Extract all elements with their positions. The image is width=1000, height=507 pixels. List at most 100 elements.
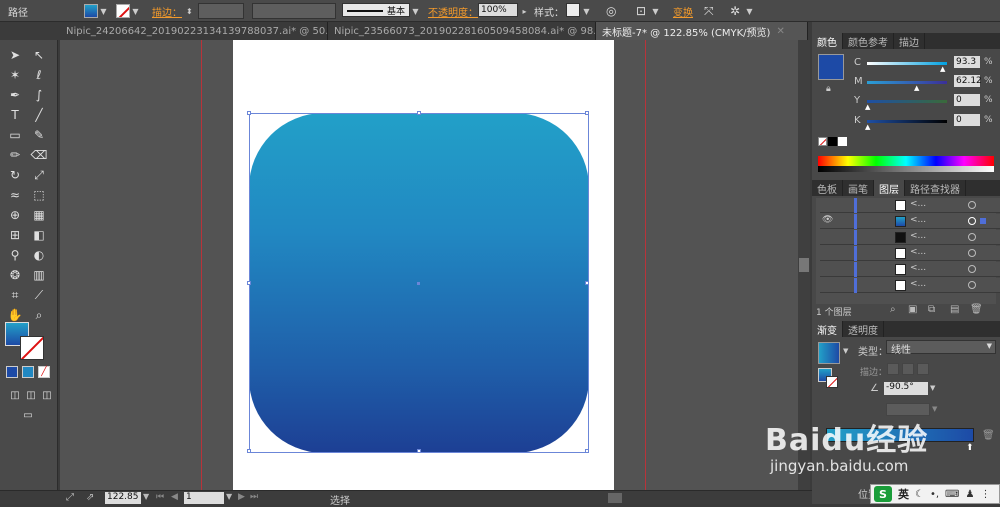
tab-color[interactable]: 颜色 bbox=[812, 33, 843, 49]
stroke-indicator[interactable] bbox=[826, 376, 838, 388]
stroke-weight-field[interactable] bbox=[198, 3, 244, 19]
fill-swatch[interactable] bbox=[84, 3, 98, 19]
perspective-grid-icon[interactable]: ▦ bbox=[30, 206, 48, 224]
resize-handle[interactable] bbox=[247, 111, 251, 115]
magenta-value[interactable]: 62.12 bbox=[954, 75, 982, 87]
variable-width-field[interactable] bbox=[252, 3, 336, 19]
clipping-mask-icon[interactable]: ▣ bbox=[908, 304, 917, 315]
tab-gradient[interactable]: 渐变 bbox=[812, 321, 843, 337]
trash-icon[interactable]: 🗑︎ bbox=[970, 304, 983, 315]
resize-handle[interactable] bbox=[247, 281, 251, 285]
free-transform-icon[interactable]: ⬚ bbox=[30, 186, 48, 204]
slice-tool-icon[interactable]: ⟋ bbox=[30, 286, 48, 304]
chevron-down-icon[interactable]: ▼ bbox=[131, 3, 140, 19]
selection-bounding-box[interactable] bbox=[247, 111, 589, 453]
tab-transparency[interactable]: 透明度 bbox=[843, 321, 884, 337]
prev-page-icon[interactable]: ◀ bbox=[171, 492, 178, 502]
eraser-icon[interactable]: ⌫ bbox=[30, 146, 48, 164]
hscroll-thumb[interactable] bbox=[608, 493, 622, 503]
black-swatch[interactable] bbox=[828, 137, 837, 146]
tab-stroke[interactable]: 描边 bbox=[894, 33, 925, 49]
black-slider[interactable] bbox=[867, 120, 947, 123]
first-page-icon[interactable]: ⏮ bbox=[156, 492, 164, 502]
eyedropper-icon[interactable]: ⚲ bbox=[6, 246, 24, 264]
yellow-slider[interactable] bbox=[867, 100, 947, 103]
scale-tool-icon[interactable]: ⤢ bbox=[30, 166, 48, 184]
tab-brushes[interactable]: 画笔 bbox=[843, 180, 874, 196]
gradient-tool-icon[interactable]: ◧ bbox=[30, 226, 48, 244]
chevron-right-icon[interactable]: ▸ bbox=[520, 3, 529, 19]
visibility-eye-icon[interactable]: 👁︎ bbox=[822, 215, 833, 225]
stroke-option-icon[interactable] bbox=[887, 363, 899, 375]
angle-input[interactable]: -90.5° bbox=[884, 382, 928, 395]
tab-swatches[interactable]: 色板 bbox=[812, 180, 843, 196]
trash-icon[interactable]: 🗑︎ bbox=[982, 430, 995, 441]
black-value[interactable]: 0 bbox=[954, 114, 980, 126]
chevron-down-icon[interactable]: ▼ bbox=[930, 384, 935, 392]
resize-handle[interactable] bbox=[417, 449, 421, 453]
recolor-icon[interactable]: ◎ bbox=[606, 3, 616, 19]
stroke-swatch[interactable] bbox=[116, 3, 130, 19]
warp-tool-icon[interactable]: ≈ bbox=[6, 186, 24, 204]
punctuation-icon[interactable]: •, bbox=[930, 489, 939, 500]
slider-thumb-icon[interactable]: ▲ bbox=[914, 84, 919, 92]
current-color-swatch[interactable] bbox=[818, 54, 844, 80]
gradient-mode-icon[interactable] bbox=[22, 366, 34, 378]
stroke-color-swatch[interactable] bbox=[20, 336, 44, 360]
stroke-option-icon[interactable] bbox=[917, 363, 929, 375]
none-mode-icon[interactable]: ╱ bbox=[38, 366, 50, 378]
target-icon[interactable] bbox=[968, 265, 976, 273]
chevron-down-icon[interactable]: ▼ bbox=[745, 3, 754, 19]
resize-handle[interactable] bbox=[417, 111, 421, 115]
align-icon[interactable]: ⊡ bbox=[636, 3, 646, 19]
gradient-preview[interactable] bbox=[818, 342, 840, 364]
color-mode-icon[interactable] bbox=[6, 366, 18, 378]
type-tool-icon[interactable]: T bbox=[6, 106, 24, 124]
direct-selection-tool-icon[interactable]: ↖ bbox=[30, 46, 48, 64]
layer-row[interactable]: <... bbox=[820, 246, 1000, 261]
layer-row[interactable]: <... bbox=[820, 262, 1000, 277]
slider-thumb-icon[interactable]: ▲ bbox=[865, 103, 870, 111]
user-icon[interactable]: ♟ bbox=[965, 489, 974, 500]
cyan-value[interactable]: 93.3 bbox=[954, 56, 980, 68]
magic-wand-icon[interactable]: ✶ bbox=[6, 66, 24, 84]
chevron-down-icon[interactable]: ▼ bbox=[843, 347, 848, 355]
artboard-tool-icon[interactable]: ⌗ bbox=[6, 286, 24, 304]
style-swatch[interactable] bbox=[566, 3, 580, 17]
locate-object-icon[interactable]: ⌕ bbox=[890, 304, 896, 315]
magenta-slider[interactable] bbox=[867, 81, 947, 84]
stepper-icon[interactable]: ⬍ bbox=[186, 3, 193, 19]
selection-tool-icon[interactable]: ➤ bbox=[6, 46, 24, 64]
chevron-down-icon[interactable]: ▼ bbox=[651, 3, 660, 19]
sogou-logo-icon[interactable]: S bbox=[874, 486, 892, 502]
keyboard-icon[interactable]: ⌨ bbox=[945, 489, 959, 500]
moon-icon[interactable]: ☾ bbox=[915, 489, 924, 500]
zoom-tool-icon[interactable]: ⌕ bbox=[30, 306, 48, 324]
tab-color-guide[interactable]: 颜色参考 bbox=[843, 33, 894, 49]
new-layer-icon[interactable]: ▤ bbox=[950, 304, 959, 315]
transform-label[interactable]: 变换 bbox=[673, 3, 693, 19]
yellow-value[interactable]: 0 bbox=[954, 94, 980, 106]
blend-tool-icon[interactable]: ◐ bbox=[30, 246, 48, 264]
slider-thumb-icon[interactable]: ▲ bbox=[865, 123, 870, 131]
target-icon[interactable] bbox=[968, 249, 976, 257]
last-page-icon[interactable]: ⏭ bbox=[250, 492, 258, 502]
layer-row[interactable]: <... bbox=[820, 278, 1000, 293]
line-tool-icon[interactable]: ╱ bbox=[30, 106, 48, 124]
selection-indicator[interactable] bbox=[980, 218, 986, 224]
resize-handle[interactable] bbox=[585, 111, 589, 115]
none-swatch[interactable] bbox=[818, 137, 827, 146]
target-icon[interactable] bbox=[968, 217, 976, 225]
curvature-tool-icon[interactable]: ∫ bbox=[30, 86, 48, 104]
screen-mode-icon[interactable]: ▭ bbox=[18, 406, 38, 424]
symbol-sprayer-icon[interactable]: ❂ bbox=[6, 266, 24, 284]
options-icon[interactable]: ✲ bbox=[730, 3, 740, 19]
pencil-icon[interactable]: ✏ bbox=[6, 146, 24, 164]
apps-icon[interactable]: ⋮ bbox=[980, 489, 990, 500]
next-page-icon[interactable]: ▶ bbox=[238, 492, 245, 502]
chevron-down-icon[interactable]: ▼ bbox=[932, 405, 937, 413]
paintbrush-icon[interactable]: ✎ bbox=[30, 126, 48, 144]
ime-lang-label[interactable]: 英 bbox=[898, 486, 909, 502]
tab-layers[interactable]: 图层 bbox=[874, 180, 905, 196]
close-icon[interactable]: ✕ bbox=[776, 26, 784, 37]
